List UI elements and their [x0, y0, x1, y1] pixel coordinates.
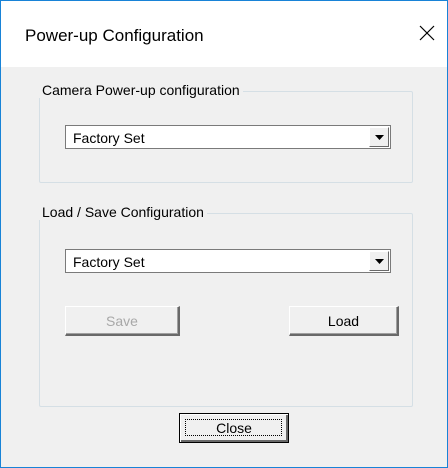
chevron-down-icon	[374, 134, 384, 140]
save-button[interactable]: Save	[65, 306, 180, 336]
camera-powerup-select[interactable]: Factory Set	[65, 125, 391, 149]
dialog-client-area: Camera Power-up configuration Factory Se…	[1, 67, 447, 467]
camera-powerup-select-value: Factory Set	[73, 130, 145, 146]
load-save-dropdown-button[interactable]	[369, 251, 389, 271]
load-save-select[interactable]: Factory Set	[65, 249, 391, 273]
camera-powerup-dropdown-button[interactable]	[369, 127, 389, 147]
window-title: Power-up Configuration	[25, 26, 204, 45]
load-save-group-label: Load / Save Configuration	[39, 204, 207, 220]
focus-indicator	[185, 419, 282, 436]
chevron-down-icon	[374, 258, 384, 264]
load-button[interactable]: Load	[289, 306, 399, 336]
camera-powerup-group-label: Camera Power-up configuration	[39, 82, 243, 98]
title-bar[interactable]: Power-up Configuration	[1, 1, 447, 67]
close-button[interactable]: Close	[179, 413, 289, 443]
load-save-group: Load / Save Configuration Factory Set Sa…	[39, 204, 413, 407]
load-save-select-value: Factory Set	[73, 254, 145, 270]
camera-powerup-group: Camera Power-up configuration Factory Se…	[39, 82, 413, 183]
dialog-window: Power-up Configuration Camera Power-up c…	[0, 0, 448, 468]
close-window-button[interactable]	[407, 15, 447, 51]
close-icon	[419, 25, 435, 41]
